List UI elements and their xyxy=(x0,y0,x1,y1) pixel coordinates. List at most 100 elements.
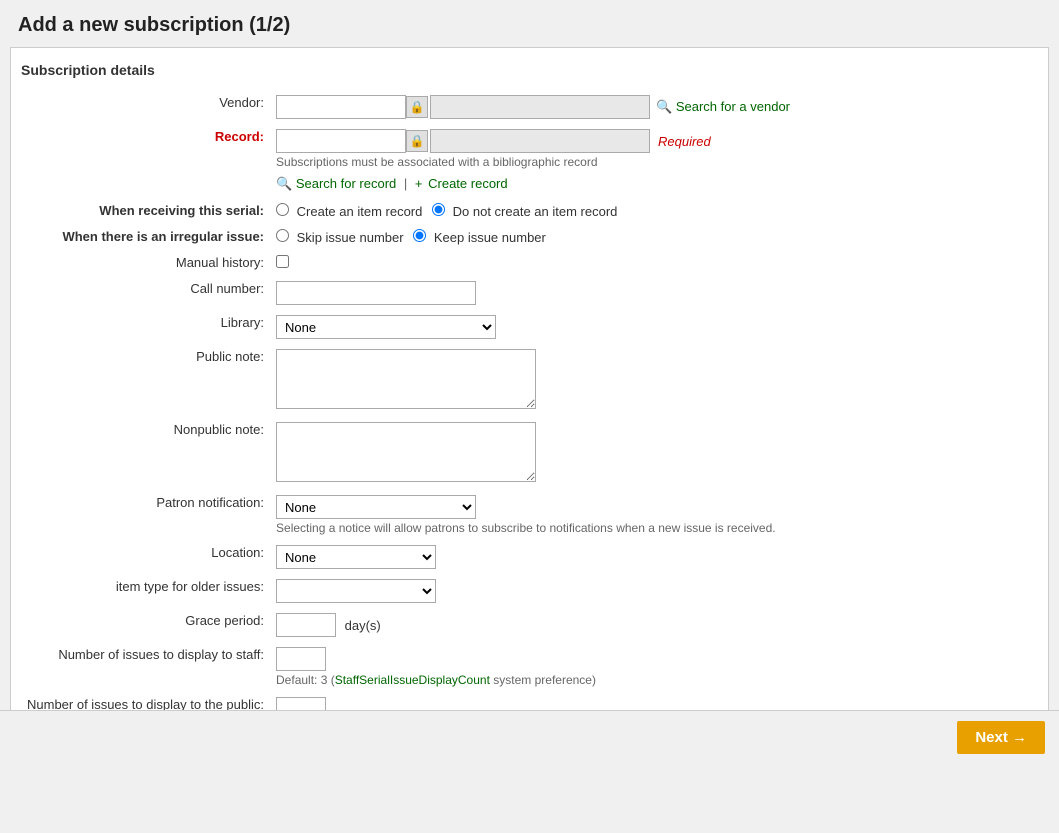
when-receiving-label: When receiving this serial: xyxy=(21,198,270,224)
patron-notification-help: Selecting a notice will allow patrons to… xyxy=(276,521,1032,535)
vendor-name-input[interactable] xyxy=(430,95,650,119)
record-name-input[interactable] xyxy=(430,129,650,153)
when-receiving-cell: Create an item record Do not create an i… xyxy=(270,198,1038,224)
keep-issue-radio[interactable] xyxy=(413,229,426,242)
record-row: Record: 🔒 Required Subscriptions must be… xyxy=(21,124,1038,174)
subscription-details-section: Subscription details Vendor: 🔒 🔍 Search … xyxy=(10,47,1049,763)
item-type-label: item type for older issues: xyxy=(21,574,270,608)
nonpublic-note-row: Nonpublic note: xyxy=(21,417,1038,490)
item-type-select[interactable] xyxy=(276,579,436,603)
record-help-text: Subscriptions must be associated with a … xyxy=(276,155,1032,169)
patron-notification-label: Patron notification: xyxy=(21,490,270,540)
no-create-item-radio[interactable] xyxy=(432,203,445,216)
staff-default-text1: Default: 3 ( xyxy=(276,673,335,687)
vendor-row: Vendor: 🔒 🔍 Search for a vendor xyxy=(21,90,1038,124)
footer-bar: Next → xyxy=(0,710,1059,764)
library-label: Library: xyxy=(21,310,270,344)
location-row: Location: None xyxy=(21,540,1038,574)
location-cell: None xyxy=(270,540,1038,574)
public-note-cell xyxy=(270,344,1038,417)
library-cell: None xyxy=(270,310,1038,344)
nonpublic-note-cell xyxy=(270,417,1038,490)
manual-history-label: Manual history: xyxy=(21,250,270,276)
patron-notification-select[interactable]: None xyxy=(276,495,476,519)
patron-notification-row: Patron notification: None Selecting a no… xyxy=(21,490,1038,540)
when-receiving-row: When receiving this serial: Create an it… xyxy=(21,198,1038,224)
no-create-item-label[interactable]: Do not create an item record xyxy=(432,204,617,219)
create-item-label[interactable]: Create an item record xyxy=(276,204,426,219)
search-record-icon: 🔍 xyxy=(276,176,292,191)
public-note-label: Public note: xyxy=(21,344,270,417)
search-create-record-row: 🔍 Search for record | + Create record xyxy=(21,174,1038,198)
grace-period-label: Grace period: xyxy=(21,608,270,642)
page-title: Add a new subscription (1/2) xyxy=(0,0,1059,47)
library-select[interactable]: None xyxy=(276,315,496,339)
location-select[interactable]: None xyxy=(276,545,436,569)
vendor-label: Vendor: xyxy=(21,90,270,124)
public-note-textarea[interactable] xyxy=(276,349,536,409)
vendor-inputs: 🔒 🔍 Search for a vendor xyxy=(276,95,790,119)
footer-spacer xyxy=(0,773,1059,833)
create-record-link[interactable]: Create record xyxy=(428,176,507,191)
vendor-id-input[interactable] xyxy=(276,95,406,119)
irregular-issue-label: When there is an irregular issue: xyxy=(21,224,270,250)
record-label: Record: xyxy=(21,124,270,174)
num-issues-staff-row: Number of issues to display to staff: De… xyxy=(21,642,1038,692)
create-item-text: Create an item record xyxy=(297,204,423,219)
num-issues-staff-default: Default: 3 (StaffSerialIssueDisplayCount… xyxy=(276,673,1032,687)
form-table: Vendor: 🔒 🔍 Search for a vendor xyxy=(21,90,1038,742)
nonpublic-note-label: Nonpublic note: xyxy=(21,417,270,490)
next-button-label: Next → xyxy=(975,729,1027,746)
library-row: Library: None xyxy=(21,310,1038,344)
page-container: Add a new subscription (1/2) Subscriptio… xyxy=(0,0,1059,833)
keep-issue-text: Keep issue number xyxy=(434,230,546,245)
call-number-cell xyxy=(270,276,1038,310)
search-record-link[interactable]: Search for record xyxy=(296,176,396,191)
num-issues-staff-label: Number of issues to display to staff: xyxy=(21,642,270,692)
vendor-lock-icon: 🔒 xyxy=(406,96,428,118)
pipe-separator: | xyxy=(404,176,407,191)
irregular-issue-row: When there is an irregular issue: Skip i… xyxy=(21,224,1038,250)
call-number-row: Call number: xyxy=(21,276,1038,310)
next-button[interactable]: Next → xyxy=(957,721,1045,754)
no-create-item-text: Do not create an item record xyxy=(453,204,618,219)
search-vendor-button[interactable]: 🔍 Search for a vendor xyxy=(656,99,790,115)
num-issues-staff-input[interactable] xyxy=(276,647,326,671)
grace-period-input[interactable] xyxy=(276,613,336,637)
skip-issue-radio[interactable] xyxy=(276,229,289,242)
manual-history-checkbox[interactable] xyxy=(276,255,289,268)
day-label: day(s) xyxy=(345,618,381,633)
num-issues-staff-cell: Default: 3 (StaffSerialIssueDisplayCount… xyxy=(270,642,1038,692)
grace-period-row: Grace period: day(s) xyxy=(21,608,1038,642)
search-vendor-label: Search for a vendor xyxy=(676,99,790,114)
staff-system-pref-link[interactable]: StaffSerialIssueDisplayCount xyxy=(335,673,490,687)
plus-icon: + xyxy=(415,176,423,191)
item-type-row: item type for older issues: xyxy=(21,574,1038,608)
item-type-cell xyxy=(270,574,1038,608)
irregular-issue-cell: Skip issue number Keep issue number xyxy=(270,224,1038,250)
skip-issue-label[interactable]: Skip issue number xyxy=(276,230,407,245)
record-id-input[interactable] xyxy=(276,129,406,153)
keep-issue-label[interactable]: Keep issue number xyxy=(413,230,546,245)
search-create-cell: 🔍 Search for record | + Create record xyxy=(270,174,1038,198)
nonpublic-note-textarea[interactable] xyxy=(276,422,536,482)
call-number-label: Call number: xyxy=(21,276,270,310)
create-item-radio[interactable] xyxy=(276,203,289,216)
record-inputs: 🔒 Required xyxy=(276,129,711,153)
record-lock-icon: 🔒 xyxy=(406,130,428,152)
required-text: Required xyxy=(658,134,711,149)
section-title: Subscription details xyxy=(21,62,1038,78)
staff-default-text2: system preference) xyxy=(490,673,596,687)
search-icon: 🔍 xyxy=(656,99,672,114)
manual-history-row: Manual history: xyxy=(21,250,1038,276)
skip-issue-text: Skip issue number xyxy=(297,230,404,245)
patron-notification-cell: None Selecting a notice will allow patro… xyxy=(270,490,1038,540)
public-note-row: Public note: xyxy=(21,344,1038,417)
location-label: Location: xyxy=(21,540,270,574)
record-value-cell: 🔒 Required Subscriptions must be associa… xyxy=(270,124,1038,174)
vendor-value-cell: 🔒 🔍 Search for a vendor xyxy=(270,90,1038,124)
search-create-spacer xyxy=(21,174,270,198)
call-number-input[interactable] xyxy=(276,281,476,305)
grace-period-cell: day(s) xyxy=(270,608,1038,642)
manual-history-cell xyxy=(270,250,1038,276)
